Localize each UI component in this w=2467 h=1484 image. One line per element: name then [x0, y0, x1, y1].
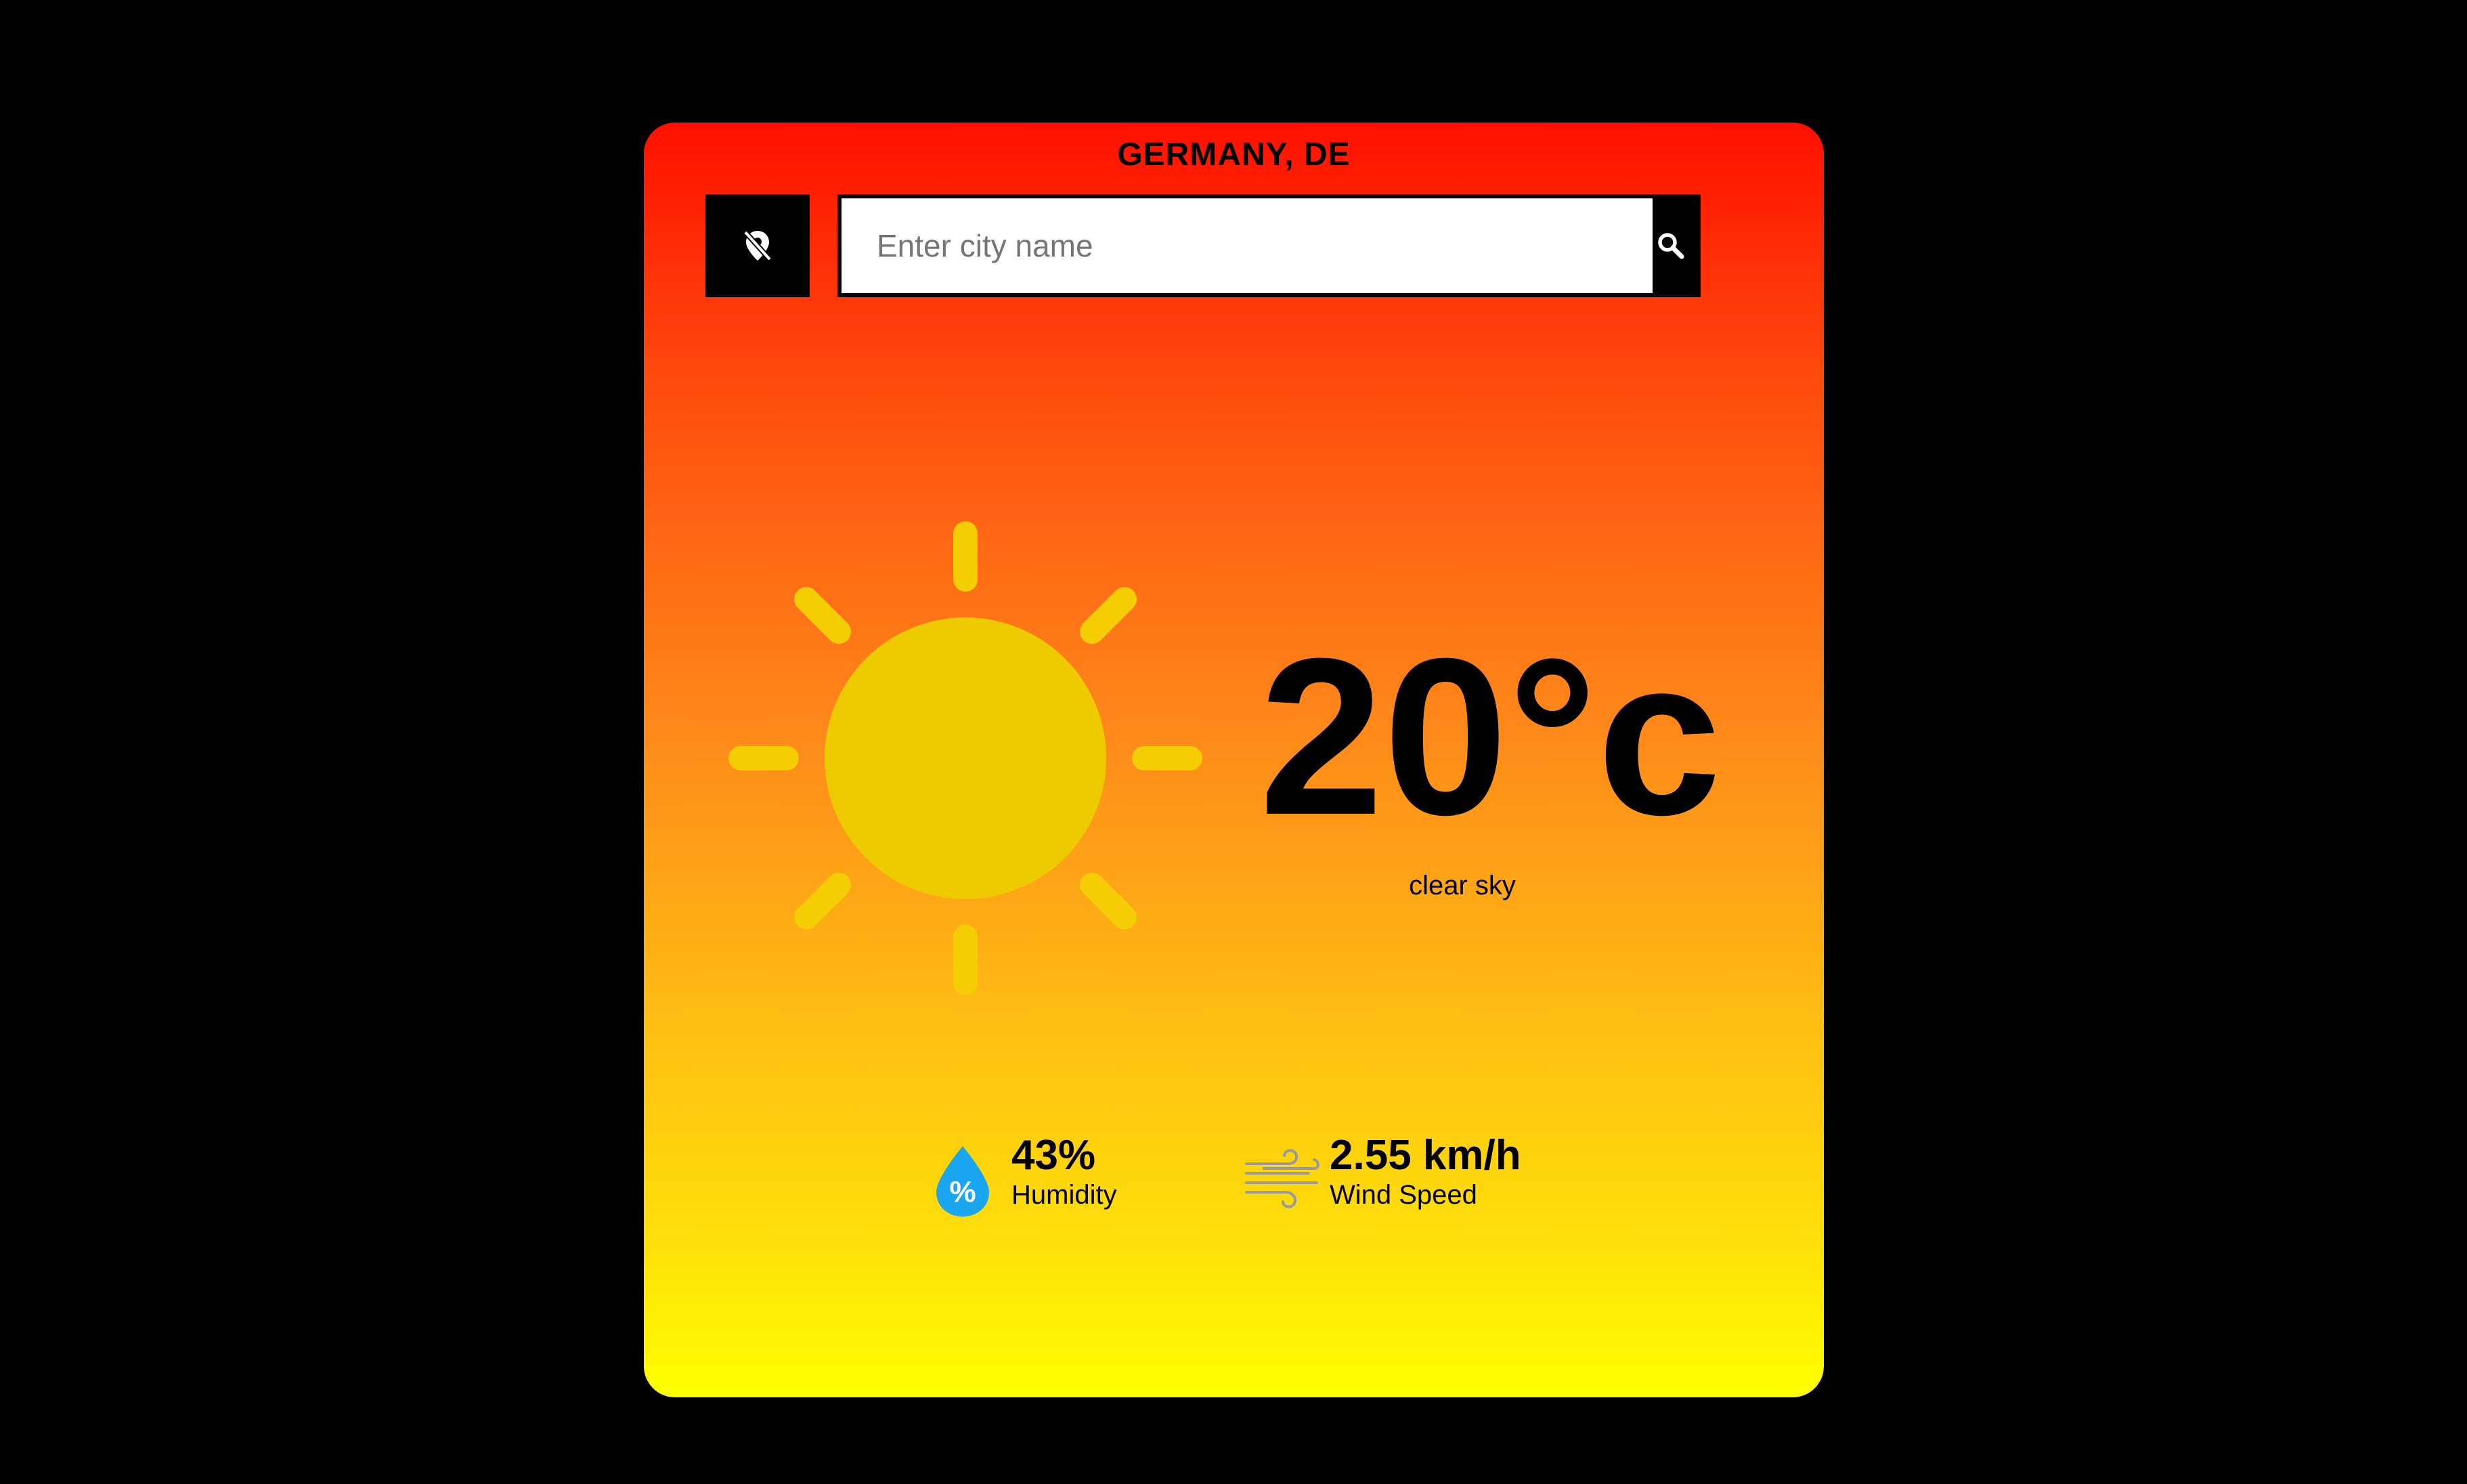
search-input[interactable]	[842, 198, 1653, 293]
wind-value: 2.55 km/h	[1330, 1132, 1521, 1179]
wind-icon	[1245, 1149, 1319, 1208]
humidity-value: 43%	[1011, 1132, 1096, 1179]
svg-text:%: %	[949, 1175, 976, 1208]
location-name: GERMANY, DE	[1117, 137, 1351, 173]
humidity-drop-icon: %	[936, 1146, 989, 1217]
humidity-label: Humidity	[1011, 1180, 1117, 1210]
temperature: 20°c	[1259, 611, 1722, 861]
location-off-icon	[743, 230, 772, 261]
sun-icon	[728, 521, 1202, 995]
search-button[interactable]	[1657, 194, 1701, 297]
wind-label: Wind Speed	[1330, 1180, 1477, 1210]
weather-card: GERMANY, DE 20°c clear sky % 43% Humidit…	[644, 123, 1824, 1397]
search-bar	[837, 194, 1701, 297]
weather-description: clear sky	[1409, 871, 1516, 900]
search-icon	[1658, 233, 1684, 259]
location-button[interactable]	[705, 194, 810, 297]
